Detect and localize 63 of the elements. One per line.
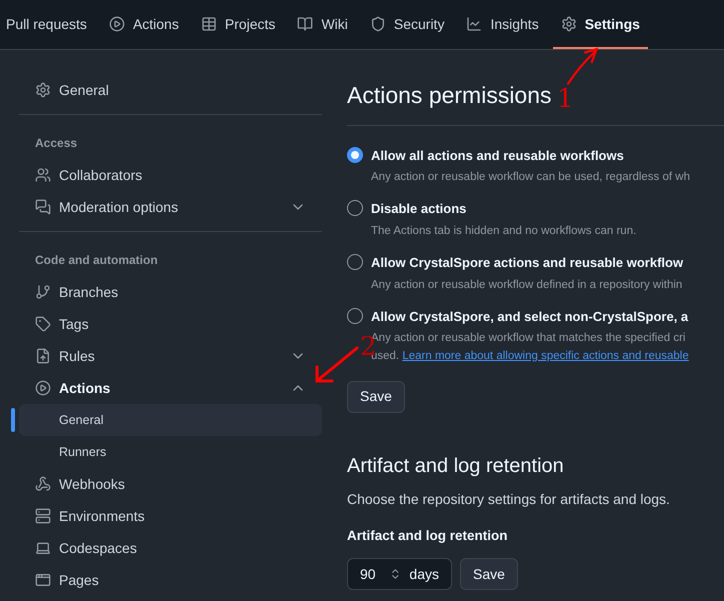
play-circle-icon [35,380,51,396]
table-icon [200,16,217,32]
option-label: Allow all actions and reusable workflows [371,146,625,164]
tag-icon [35,316,51,332]
option-description: Any action or reusable workflow can be used, regardless of wh [371,170,690,185]
laptop-icon [35,540,51,556]
radio-button[interactable] [347,146,363,162]
annotation-arrow [314,345,360,385]
save-button[interactable]: Save [347,380,405,413]
sidebar-item[interactable]: Actions [19,372,322,404]
browser-window-icon [35,572,51,588]
nav-tab[interactable]: Insights [458,1,547,49]
sidebar-item[interactable]: General [19,74,322,106]
section-title: Artifact and log retention [347,454,565,479]
number-field[interactable]: 90 days [347,558,452,590]
section-heading: Access [34,135,78,152]
option-label: Disable actions [371,200,468,218]
nav-tab[interactable]: Wiki [289,1,356,49]
save-button[interactable]: Save [460,558,518,590]
sidebar-item[interactable]: Tags [19,308,322,340]
annotation-number: 1 [557,83,574,116]
option-label: Allow CrystalSpore, and select non-CrystalSpore, a [371,308,689,326]
people-icon [35,167,51,183]
selection-indicator [11,408,15,432]
settings-icon [560,16,577,32]
branch-icon [35,284,51,300]
option-description: Any action or reusable workflow defined in a repository within [371,278,684,292]
radio-button[interactable] [347,254,363,270]
nav-tab[interactable]: Settings [552,1,648,49]
sidebar-item[interactable]: Pages [19,564,322,596]
sidebar-item[interactable]: Environments [19,500,322,532]
book-icon [297,16,314,32]
sidebar-item[interactable]: Branches [19,276,322,308]
radio-button[interactable] [347,200,363,216]
option-description: used. [371,350,400,362]
sidebar-item[interactable]: Webhooks [19,468,322,500]
sidebar-item[interactable]: Collaborators [19,159,322,191]
annotation-arrow [566,46,600,86]
file-arrow-icon [35,348,51,364]
learn-more-link[interactable]: Learn more about allowing specific actions and reusable [402,350,689,362]
nav-tab[interactable]: Security [362,1,452,49]
nav-tab[interactable]: Actions [100,1,187,49]
nav-tab[interactable]: Projects [192,1,284,49]
webhook-icon [35,476,51,492]
nav-tab[interactable]: Pull requests [0,1,95,49]
sidebar-item[interactable]: Moderation options [19,191,322,223]
radio-button[interactable] [347,308,363,324]
sidebar-item[interactable]: Rules [19,340,322,372]
server-icon [35,508,51,524]
sidebar-item[interactable]: Codespaces [19,532,322,564]
sidebar-subitem[interactable]: Runners [19,436,322,468]
option-description: The Actions tab is hidden and no workflows can run. [371,224,636,239]
shield-icon [370,16,386,32]
field-label: Artifact and log retention [347,526,509,545]
option-label: Allow CrystalSpore actions and reusable workflow [371,254,684,272]
sidebar-subitem[interactable]: General [19,404,322,436]
section-heading: Code and automation [34,252,159,269]
section-description: Choose the repository settings for artifacts and logs. [347,490,671,509]
unit-label: days [409,564,439,584]
gear-icon [35,82,51,98]
line-chart-icon [466,16,482,32]
play-circle-icon [108,16,125,32]
chat-bubbles-icon [35,199,51,215]
